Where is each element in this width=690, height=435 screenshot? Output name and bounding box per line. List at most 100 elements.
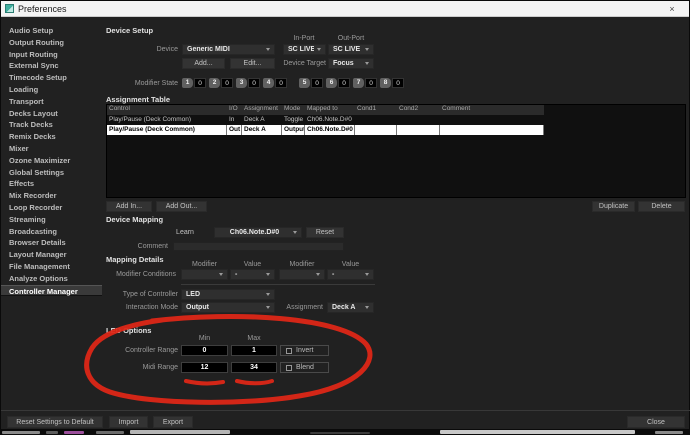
in-port-dropdown[interactable]: SC LIVE 4 <box>283 44 326 55</box>
sidebar-item-remix-decks[interactable]: Remix Decks <box>1 131 102 143</box>
chevron-down-icon <box>293 231 297 234</box>
controller-range-min-field[interactable]: 0 <box>181 345 228 356</box>
modifier-chip-3[interactable]: 30 <box>236 78 260 88</box>
app-icon <box>5 4 14 13</box>
sidebar-item-broadcasting[interactable]: Broadcasting <box>1 226 102 238</box>
type-of-controller-dropdown[interactable]: LED <box>181 289 275 300</box>
mapped-note-dropdown[interactable]: Ch06.Note.D#0 <box>214 227 302 238</box>
modifier-chip-7[interactable]: 70 <box>353 78 377 88</box>
modifier-chip-6[interactable]: 60 <box>326 78 350 88</box>
preferences-sidebar: Audio Setup Output Routing Input Routing… <box>1 25 102 296</box>
blend-checkbox-group[interactable]: Blend <box>280 362 329 373</box>
sidebar-item-mixer[interactable]: Mixer <box>1 143 102 155</box>
chevron-down-icon <box>365 273 369 276</box>
condition2-modifier-dropdown[interactable] <box>279 269 325 280</box>
invert-checkbox-group[interactable]: Invert <box>280 345 329 356</box>
device-target-dropdown[interactable]: Focus <box>328 58 374 69</box>
midi-range-max-field[interactable]: 34 <box>231 362 277 373</box>
device-mapping-title: Device Mapping <box>106 215 163 224</box>
invert-checkbox[interactable] <box>286 348 292 354</box>
sidebar-item-loading[interactable]: Loading <box>1 84 102 96</box>
condition1-value-dropdown[interactable]: - <box>230 269 275 280</box>
sidebar-item-ozone-maximizer[interactable]: Ozone Maximizer <box>1 155 102 167</box>
chevron-down-icon <box>266 273 270 276</box>
sidebar-item-effects[interactable]: Effects <box>1 178 102 190</box>
out-port-dropdown[interactable]: SC LIVE 4 <box>328 44 374 55</box>
device-setup-title: Device Setup <box>106 26 153 35</box>
assignment-dropdown[interactable]: Deck A <box>327 302 374 313</box>
reset-settings-button[interactable]: Reset Settings to Default <box>7 416 103 428</box>
comment-input[interactable] <box>173 242 344 251</box>
modifier-chip-4[interactable]: 40 <box>263 78 287 88</box>
modifier-conditions-label: Modifier Conditions <box>81 269 176 280</box>
reset-button[interactable]: Reset <box>306 227 344 238</box>
modifier-state-label: Modifier State <box>101 78 178 89</box>
blend-checkbox[interactable] <box>286 365 292 371</box>
in-port-label: In-Port <box>283 34 325 43</box>
midi-range-min-field[interactable]: 12 <box>181 362 228 373</box>
condition2-value-dropdown[interactable]: - <box>327 269 374 280</box>
import-button[interactable]: Import <box>109 416 148 428</box>
assignment-table-header: Control I/O Assignment Mode Mapped to Co… <box>107 105 544 115</box>
sidebar-item-audio-setup[interactable]: Audio Setup <box>1 25 102 37</box>
sidebar-item-browser-details[interactable]: Browser Details <box>1 237 102 249</box>
modifier-chip-8[interactable]: 80 <box>380 78 404 88</box>
in-port-value: SC LIVE 4 <box>288 46 314 53</box>
add-in-button[interactable]: Add In... <box>106 201 152 212</box>
sidebar-item-output-routing[interactable]: Output Routing <box>1 37 102 49</box>
comment-label: Comment <box>91 241 168 252</box>
chevron-down-icon <box>219 273 223 276</box>
midi-range-label: Midi Range <box>81 362 178 373</box>
controller-range-max-field[interactable]: 1 <box>231 345 277 356</box>
led-options-title: LED Options <box>106 326 151 335</box>
table-row-selected[interactable]: Play/Pause (Deck Common) Out Deck A Outp… <box>107 125 544 135</box>
modifier-header-1: Modifier <box>181 260 228 269</box>
footer-divider <box>1 410 690 411</box>
blend-label: Blend <box>296 364 314 371</box>
sidebar-item-mix-recorder[interactable]: Mix Recorder <box>1 190 102 202</box>
sidebar-item-layout-manager[interactable]: Layout Manager <box>1 249 102 261</box>
value-header-1: Value <box>230 260 275 269</box>
chevron-down-icon <box>316 273 320 276</box>
modifier-chip-2[interactable]: 20 <box>209 78 233 88</box>
chevron-down-icon <box>266 293 270 296</box>
out-port-label: Out-Port <box>328 34 374 43</box>
chevron-down-icon <box>317 48 321 51</box>
sidebar-item-transport[interactable]: Transport <box>1 96 102 108</box>
close-button[interactable]: Close <box>627 416 685 428</box>
window-close-icon[interactable]: × <box>665 2 679 16</box>
sidebar-item-track-decks[interactable]: Track Decks <box>1 119 102 131</box>
assignment-table: Control I/O Assignment Mode Mapped to Co… <box>106 104 686 198</box>
sidebar-item-loop-recorder[interactable]: Loop Recorder <box>1 202 102 214</box>
device-target-label: Device Target <box>241 58 326 69</box>
sidebar-item-timecode-setup[interactable]: Timecode Setup <box>1 72 102 84</box>
condition1-modifier-dropdown[interactable] <box>181 269 228 280</box>
table-row[interactable]: Play/Pause (Deck Common) In Deck A Toggl… <box>107 115 544 125</box>
modifier-chip-5[interactable]: 50 <box>299 78 323 88</box>
screenshot-root: Preferences × Audio Setup Output Routing… <box>0 0 690 435</box>
mapping-details-title: Mapping Details <box>106 255 164 264</box>
window-title: Preferences <box>18 4 67 14</box>
max-header: Max <box>231 334 277 343</box>
out-port-value: SC LIVE 4 <box>333 46 362 53</box>
delete-button[interactable]: Delete <box>638 201 685 212</box>
modifier-state-chips: 10 20 30 40 50 60 70 80 <box>182 78 407 88</box>
duplicate-button[interactable]: Duplicate <box>592 201 635 212</box>
sidebar-item-input-routing[interactable]: Input Routing <box>1 49 102 61</box>
chevron-down-icon <box>266 48 270 51</box>
add-out-button[interactable]: Add Out... <box>156 201 207 212</box>
device-dropdown[interactable]: Generic MIDI <box>182 44 275 55</box>
add-device-button[interactable]: Add... <box>182 58 225 69</box>
sidebar-item-external-sync[interactable]: External Sync <box>1 60 102 72</box>
preferences-dialog: Preferences × Audio Setup Output Routing… <box>0 0 690 430</box>
value-header-2: Value <box>327 260 374 269</box>
sidebar-item-streaming[interactable]: Streaming <box>1 214 102 226</box>
controller-range-label: Controller Range <box>81 345 178 356</box>
sidebar-item-global-settings[interactable]: Global Settings <box>1 167 102 179</box>
learn-button[interactable]: Learn <box>164 227 206 238</box>
modifier-chip-1[interactable]: 10 <box>182 78 206 88</box>
export-button[interactable]: Export <box>153 416 193 428</box>
device-label: Device <box>101 44 178 55</box>
min-header: Min <box>181 334 228 343</box>
sidebar-item-decks-layout[interactable]: Decks Layout <box>1 108 102 120</box>
